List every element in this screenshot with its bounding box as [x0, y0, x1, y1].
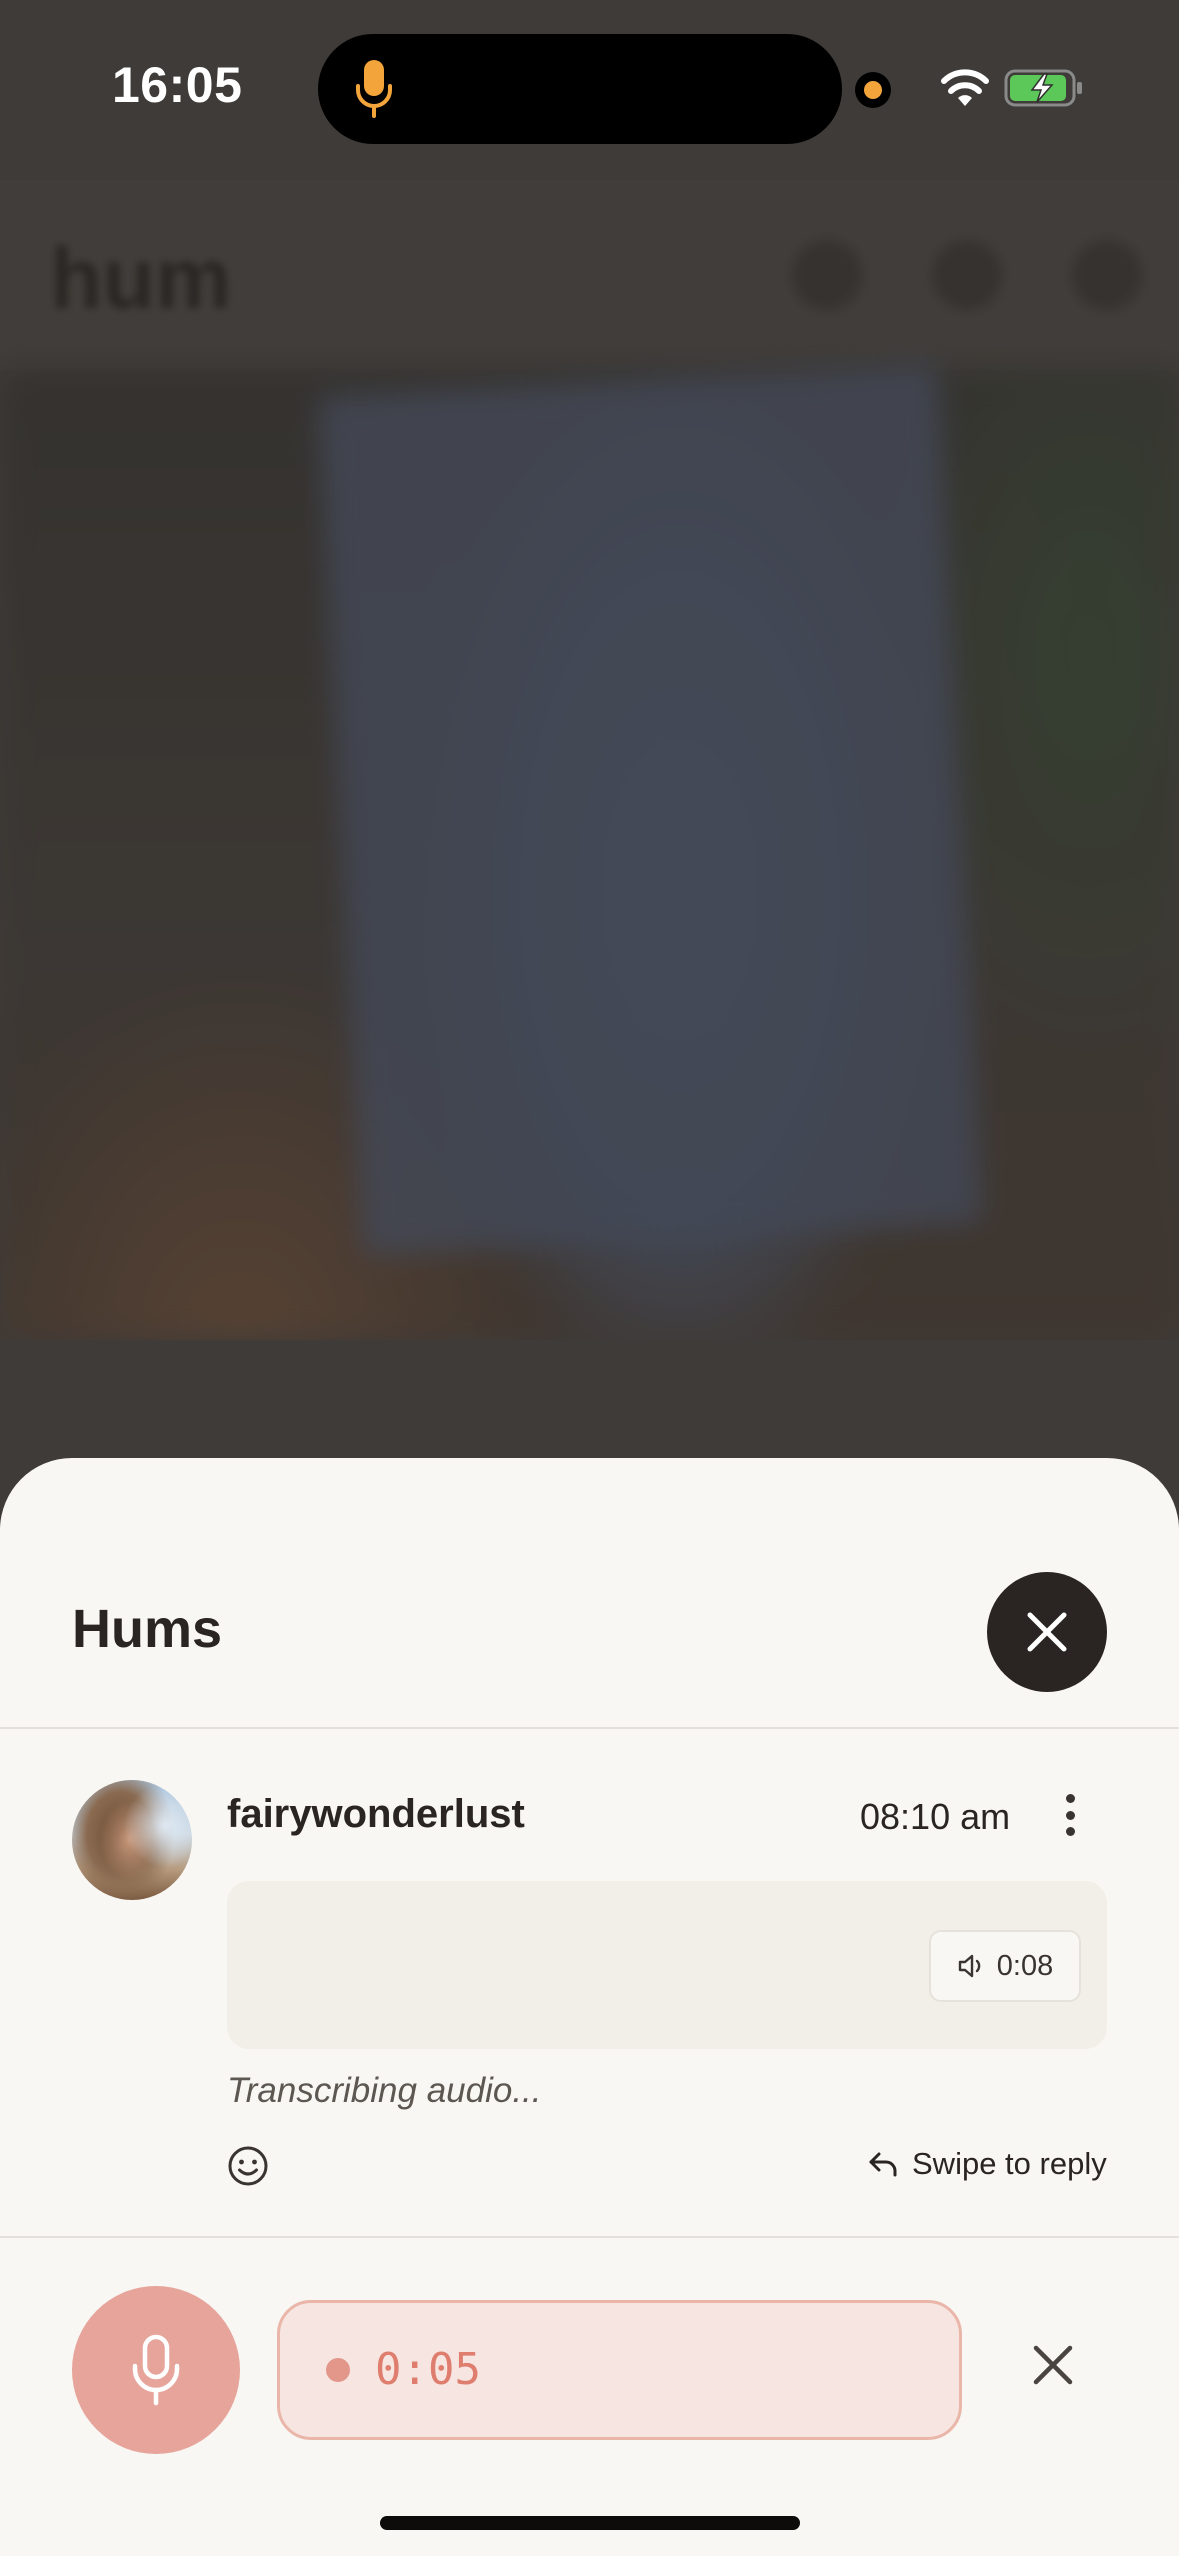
sheet-title: Hums: [72, 1599, 223, 1659]
close-icon: [1027, 1612, 1067, 1652]
microphone-icon: [356, 60, 392, 118]
microphone-icon: [132, 2334, 180, 2406]
timestamp: 08:10 am: [860, 1796, 1011, 1837]
swipe-to-reply-hint[interactable]: Swipe to reply: [868, 2146, 1107, 2182]
avatar[interactable]: [72, 1780, 192, 1900]
speaker-icon: [958, 1954, 981, 1978]
record-mic-button[interactable]: [72, 2286, 240, 2454]
recording-dot: [326, 2358, 350, 2382]
cancel-recording-icon[interactable]: [1028, 2340, 1078, 2390]
more-vertical-icon[interactable]: [1055, 1790, 1085, 1840]
camera-indicator-dot: [855, 72, 891, 108]
dynamic-island: [318, 34, 842, 144]
wifi-icon: [941, 69, 989, 106]
divider: [0, 2236, 1179, 2238]
swipe-to-reply-label: Swipe to reply: [912, 2146, 1107, 2181]
home-indicator[interactable]: [380, 2516, 800, 2530]
reply-arrow-icon: [869, 2152, 897, 2177]
modal-dimmer[interactable]: [0, 0, 1179, 1560]
username[interactable]: fairywonderlust: [227, 1792, 525, 1837]
recording-timer: 0:05: [375, 2344, 481, 2395]
status-time: 16:05: [112, 57, 243, 113]
close-sheet-button[interactable]: [987, 1572, 1107, 1692]
audio-duration: 0:08: [996, 1949, 1054, 1982]
background-app: hum: [0, 0, 1179, 1560]
emoji-icon[interactable]: [227, 2145, 269, 2187]
battery-charging-icon: [1004, 69, 1082, 107]
play-duration-button[interactable]: 0:08: [929, 1930, 1081, 2002]
divider: [0, 1727, 1179, 1729]
status-bar: 16:05: [0, 0, 1179, 170]
transcript-status: Transcribing audio...: [227, 2071, 542, 2110]
